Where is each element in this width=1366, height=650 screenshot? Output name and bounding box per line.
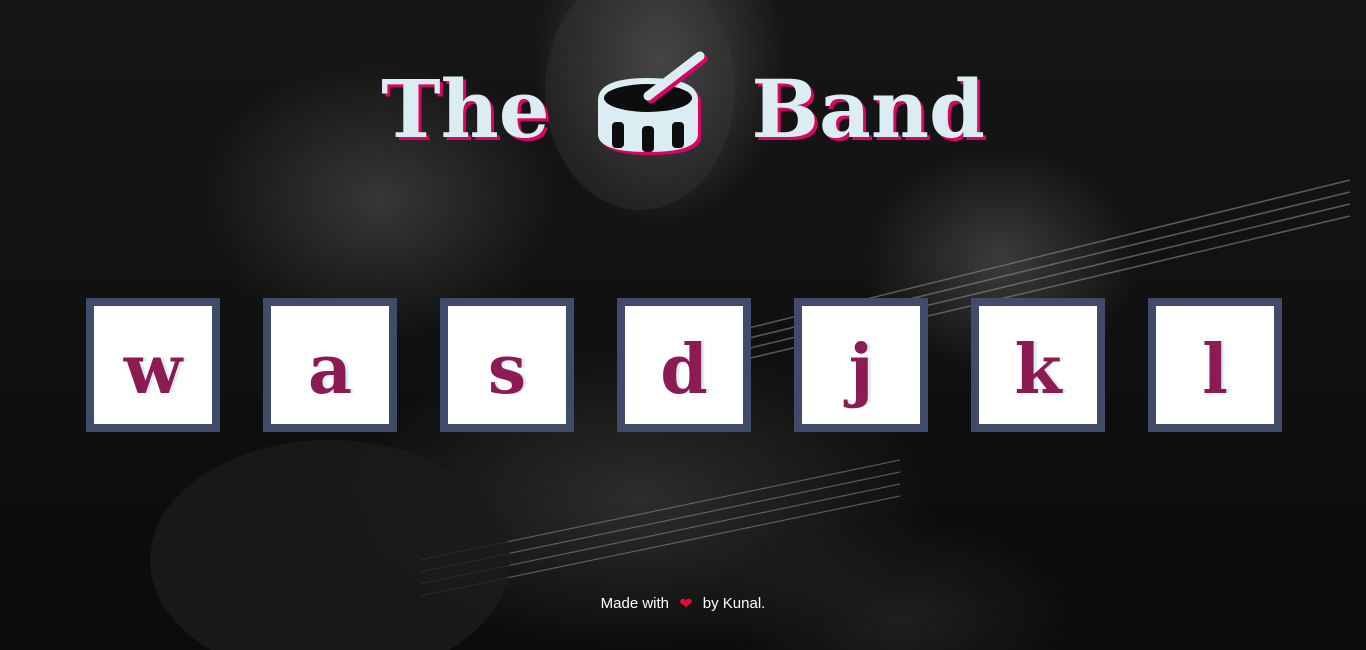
title-word-band: Band [751, 62, 985, 157]
heart-icon: ❤ [679, 596, 693, 613]
footer: Made with ❤ by Kunal. [0, 594, 1366, 614]
footer-suffix: by Kunal. [702, 595, 766, 612]
drum-key-label: w [123, 330, 183, 410]
drum-key-d[interactable]: d [617, 298, 751, 432]
drum-key-k[interactable]: k [971, 298, 1105, 432]
drum-key-l[interactable]: l [1148, 298, 1282, 432]
title-word-the: The [381, 62, 550, 157]
footer-prefix: Made with [600, 595, 670, 612]
drum-key-j[interactable]: j [794, 298, 928, 432]
drum-key-label: j [848, 330, 874, 410]
drum-key-label: k [1014, 330, 1062, 410]
drum-key-a[interactable]: a [263, 298, 397, 432]
drum-key-w[interactable]: w [86, 298, 220, 432]
drum-key-label: a [307, 330, 353, 410]
drum-key-s[interactable]: s [440, 298, 574, 432]
site-title: The Band [0, 51, 1366, 164]
drum-icon [592, 48, 710, 158]
drum-key-label: s [487, 330, 527, 410]
drum-key-label: l [1202, 330, 1228, 410]
drum-key-label: d [660, 330, 708, 410]
drum-keys: w a s d j k l [86, 298, 1282, 448]
